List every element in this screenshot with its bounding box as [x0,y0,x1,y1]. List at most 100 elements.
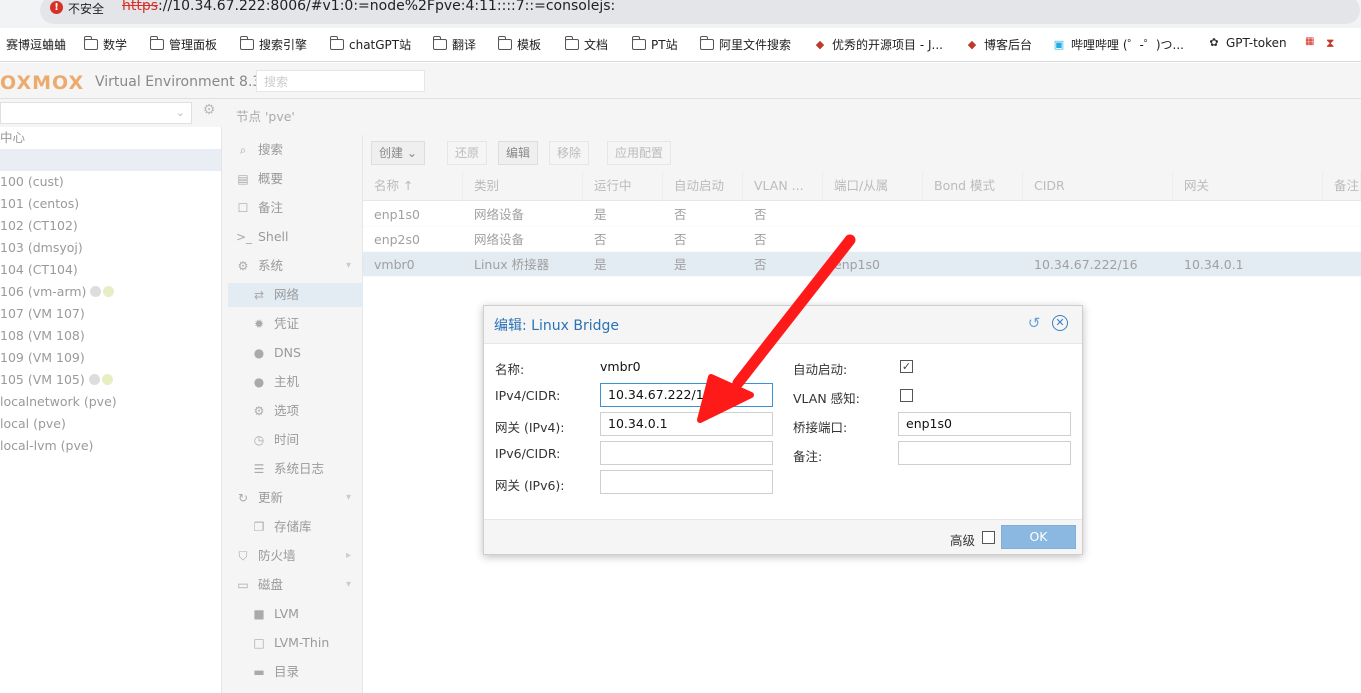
grid-column-header[interactable]: 端口/从属 [823,171,923,201]
nav-item[interactable]: ✹ 凭证 [228,312,363,336]
tree-item[interactable]: 100 (cust) [0,171,221,193]
remove-button[interactable]: 移除 [549,141,590,165]
site-icon: ◆ [967,37,977,51]
grid-column-header[interactable]: 网关 [1173,171,1323,201]
bookmark-item[interactable]: 阿里文件搜索 [699,36,791,53]
nav-item[interactable]: ☰ 系统日志 [228,457,363,481]
reset-icon[interactable]: ↺ [1026,315,1042,331]
tree-item[interactable]: 中心 [0,127,221,149]
tree-item-label: local-lvm (pve) [0,438,94,453]
tree-item[interactable]: 102 (CT102) [0,215,221,237]
grid-column-header[interactable]: 运行中 [583,171,663,201]
table-row[interactable]: vmbr0 Linux 桥接器 是 是 否 enp1s0 10.34.67.222/16 10… [363,252,1361,277]
ipv4-cidr-input[interactable]: 10.34.67.222/16 [600,383,773,407]
bookmark-item[interactable]: ◆ 优秀的开源项目 - J... [813,36,943,53]
bookmark-item[interactable]: 搜索引擎 [239,36,307,53]
gear-icon[interactable]: ⚙ [198,102,220,124]
tree-item[interactable]: 108 (VM 108) [0,325,221,347]
insecure-label[interactable]: 不安全 [68,0,104,17]
openai-icon: ✿ [1209,36,1219,49]
nav-item[interactable]: ● DNS [228,341,363,365]
nav-item[interactable]: ⛉ 防火墙 ▸ [228,544,363,568]
view-select[interactable]: ⌄ [0,102,192,124]
apply-config-button[interactable]: 应用配置 [607,141,672,165]
bookmark-item[interactable]: ◆ 博客后台 [965,36,1032,53]
vlan-aware-checkbox[interactable] [900,389,913,402]
tree-item[interactable]: 107 (VM 107) [0,303,221,325]
tree-item[interactable]: 105 (VM 105) [0,369,221,391]
nav-item[interactable]: ● 主机 [228,370,363,394]
cogs-icon: ⚙ [237,259,249,273]
create-button[interactable]: 创建 ⌄ [371,141,425,165]
nav-item[interactable]: ▭ 磁盘 ▾ [228,573,363,597]
bookmark-item[interactable]: 文档 [564,36,608,53]
bookmark-item[interactable]: 数学 [83,36,127,53]
tree-item[interactable]: local-lvm (pve) [0,435,221,457]
tree-item[interactable]: 109 (VM 109) [0,347,221,369]
tree-item[interactable]: local (pve) [0,413,221,435]
bookmark-label: 管理面板 [169,38,218,52]
create-button-label: 创建 [379,146,404,160]
nav-item[interactable]: ◷ 时间 [228,428,363,452]
tree-item[interactable]: 103 (dmsyoj) [0,237,221,259]
bookmark-item[interactable]: 模板 [497,36,541,53]
tree-item[interactable]: localnetwork (pve) [0,391,221,413]
gateway-ipv4-input[interactable]: 10.34.0.1 [600,412,773,436]
table-cell: 否 [754,207,767,222]
pdf24-icon[interactable]: ▦ [1305,36,1314,47]
grid-column-header[interactable]: 备注 [1323,171,1361,201]
nav-item[interactable]: ▬ 目录 [228,660,363,684]
url-text[interactable]: https://10.34.67.222:8006/#v1:0:=node%2F… [122,0,615,14]
tree-item[interactable]: 106 (vm-arm) [0,281,221,303]
bookmark-item[interactable]: PT站 [631,36,678,53]
chevron-right-icon: ▸ [345,550,351,561]
gateway-ipv4-label: 网关 (IPv4): [495,420,565,435]
nav-item[interactable]: ⇄ 网络 [228,283,363,307]
nav-item[interactable]: ☐ 备注 [228,196,363,220]
gateway-ipv6-input[interactable] [600,470,773,494]
ok-button[interactable]: OK [1001,525,1076,549]
advanced-checkbox[interactable] [982,531,995,544]
table-cell: enp2s0 [374,232,420,247]
tree-item[interactable]: 104 (CT104) [0,259,221,281]
ipv6-cidr-input[interactable] [600,441,773,465]
bookmark-item[interactable]: chatGPT站 [329,36,411,53]
close-icon[interactable]: ✕ [1052,315,1068,331]
tree-item-label: 104 (CT104) [0,262,78,277]
nav-item[interactable]: ⚙ 选项 [228,399,363,423]
status-dot-icon [103,286,115,297]
bridge-ports-input[interactable]: enp1s0 [898,412,1071,436]
comment-input[interactable] [898,441,1071,465]
global-search-input[interactable]: 搜索 [256,70,425,92]
grid-column-header[interactable]: VLAN ... [743,171,823,201]
nav-item[interactable]: ↻ 更新 ▾ [228,486,363,510]
bookmark-item[interactable]: ✿ GPT-token [1207,36,1286,50]
bookmark-item[interactable]: 翻译 [432,36,476,53]
grid-column-header[interactable]: 名称 ↑ [363,171,463,201]
tree-item[interactable] [0,149,221,171]
folder-icon [564,36,579,50]
tree-item[interactable]: 101 (centos) [0,193,221,215]
nav-item[interactable]: ▤ 概要 [228,167,363,191]
nav-item[interactable]: >_ Shell [228,225,363,249]
bookmark-item[interactable]: 管理面板 [149,36,218,53]
revert-button[interactable]: 还原 [447,141,488,165]
nav-item[interactable]: ⚙ 系统 ▾ [228,254,363,278]
nav-item[interactable]: ⌕ 搜索 [228,138,363,162]
bookmark-item[interactable]: ▣ 哔哩哔哩 (゜-゜)つ... [1052,36,1184,53]
grid-column-header[interactable]: 自动启动 [663,171,743,201]
hourglass-icon[interactable]: ⧗ [1326,36,1334,51]
grid-column-header[interactable]: CIDR [1023,171,1173,201]
grid-column-header[interactable]: 类别 [463,171,583,201]
table-row[interactable]: enp2s0 网络设备 否 否 否 [363,227,1361,252]
autostart-checkbox[interactable]: ✓ [900,360,913,373]
folder-icon [329,36,344,50]
edit-button[interactable]: 编辑 [498,141,539,165]
table-cell: 是 [594,257,607,272]
table-row[interactable]: enp1s0 网络设备 是 否 否 [363,202,1361,227]
nav-item[interactable]: ❐ 存储库 [228,515,363,539]
grid-column-header[interactable]: Bond 模式 [923,171,1023,201]
bookmark-item[interactable]: 赛博逗蛐蛐 [6,36,66,53]
nav-item[interactable]: □ LVM-Thin [228,631,363,655]
nav-item[interactable]: ■ LVM [228,602,363,626]
